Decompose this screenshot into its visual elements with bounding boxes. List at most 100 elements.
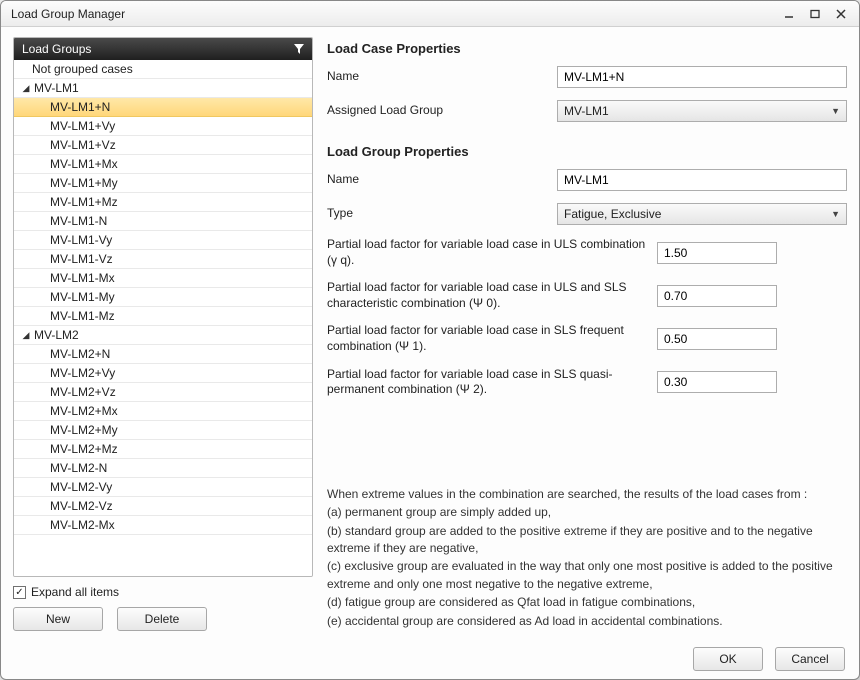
- tree-item-label: MV-LM2+Vy: [50, 366, 115, 380]
- chevron-down-icon: ▼: [831, 106, 840, 116]
- tree-row[interactable]: MV-LM1+N: [14, 98, 312, 117]
- load-group-type-row: Type Fatigue, Exclusive ▼: [327, 203, 847, 225]
- new-button[interactable]: New: [13, 607, 103, 631]
- tree-row[interactable]: MV-LM2+Vz: [14, 383, 312, 402]
- titlebar[interactable]: Load Group Manager: [1, 1, 859, 27]
- tree-row[interactable]: MV-LM2+N: [14, 345, 312, 364]
- close-icon: [836, 9, 846, 19]
- help-intro: When extreme values in the combination a…: [327, 486, 847, 503]
- tree-item-label: MV-LM2+My: [50, 423, 118, 437]
- factor-input-1[interactable]: [657, 285, 777, 307]
- tree-item-label: MV-LM1-Mx: [50, 271, 115, 285]
- load-case-name-row: Name: [327, 66, 847, 88]
- load-groups-tree[interactable]: Not grouped cases◢MV-LM1MV-LM1+NMV-LM1+V…: [14, 60, 312, 576]
- tree-row[interactable]: Not grouped cases: [14, 60, 312, 79]
- load-case-group-row: Assigned Load Group MV-LM1 ▼: [327, 100, 847, 122]
- tree-item-label: MV-LM2+Vz: [50, 385, 116, 399]
- load-case-group-label: Assigned Load Group: [327, 103, 557, 119]
- tree-item-label: MV-LM1+Mz: [50, 195, 118, 209]
- tree-row[interactable]: ◢MV-LM2: [14, 326, 312, 345]
- factor-input-2[interactable]: [657, 328, 777, 350]
- tree-row[interactable]: MV-LM1-N: [14, 212, 312, 231]
- delete-button[interactable]: Delete: [117, 607, 207, 631]
- tree-row[interactable]: MV-LM2-Vz: [14, 497, 312, 516]
- tree-item-label: MV-LM2-Vy: [50, 480, 112, 494]
- tree-row[interactable]: ◢MV-LM1: [14, 79, 312, 98]
- factor-input-3[interactable]: [657, 371, 777, 393]
- load-case-name-input[interactable]: [557, 66, 847, 88]
- tree-row[interactable]: MV-LM1+My: [14, 174, 312, 193]
- help-d: (d) fatigue group are considered as Qfat…: [327, 594, 847, 611]
- help-e: (e) accidental group are considered as A…: [327, 613, 847, 630]
- expand-all-label: Expand all items: [31, 585, 119, 599]
- load-case-name-label: Name: [327, 69, 557, 85]
- cancel-button[interactable]: Cancel: [775, 647, 845, 671]
- tree-row[interactable]: MV-LM2-Mx: [14, 516, 312, 535]
- tree-row[interactable]: MV-LM2-Vy: [14, 478, 312, 497]
- load-case-section-title: Load Case Properties: [327, 41, 847, 56]
- tree-row[interactable]: MV-LM2+Vy: [14, 364, 312, 383]
- tree-row[interactable]: MV-LM2-N: [14, 459, 312, 478]
- factor-label: Partial load factor for variable load ca…: [327, 323, 657, 354]
- tree-item-label: MV-LM1+Vy: [50, 119, 115, 133]
- factor-row: Partial load factor for variable load ca…: [327, 280, 847, 311]
- tree-container: Load Groups Not grouped cases◢MV-LM1MV-L…: [13, 37, 313, 577]
- tree-row[interactable]: MV-LM1+Vz: [14, 136, 312, 155]
- tree-item-label: MV-LM1+Vz: [50, 138, 116, 152]
- tree-row[interactable]: MV-LM1+Mx: [14, 155, 312, 174]
- maximize-icon: [810, 9, 820, 19]
- chevron-down-icon: ▼: [831, 209, 840, 219]
- dialog-window: Load Group Manager Load Groups: [0, 0, 860, 680]
- tree-item-label: MV-LM2-Vz: [50, 499, 113, 513]
- help-b: (b) standard group are added to the posi…: [327, 523, 847, 558]
- tree-row[interactable]: MV-LM2+Mx: [14, 402, 312, 421]
- assigned-group-select[interactable]: MV-LM1 ▼: [557, 100, 847, 122]
- tree-row[interactable]: MV-LM2+Mz: [14, 440, 312, 459]
- tree-row[interactable]: MV-LM1-Vy: [14, 231, 312, 250]
- tree-item-label: MV-LM1-Vy: [50, 233, 112, 247]
- factor-label: Partial load factor for variable load ca…: [327, 367, 657, 398]
- expand-all-row[interactable]: ✓ Expand all items: [13, 585, 313, 599]
- expander-icon[interactable]: ◢: [20, 329, 32, 341]
- tree-header: Load Groups: [14, 38, 312, 60]
- minimize-button[interactable]: [777, 6, 801, 22]
- factor-row: Partial load factor for variable load ca…: [327, 237, 847, 268]
- ok-button[interactable]: OK: [693, 647, 763, 671]
- filter-icon[interactable]: [292, 42, 306, 56]
- minimize-icon: [784, 9, 794, 19]
- load-group-type-value: Fatigue, Exclusive: [564, 207, 661, 221]
- dialog-footer: OK Cancel: [1, 639, 859, 679]
- tree-row[interactable]: MV-LM1-My: [14, 288, 312, 307]
- load-group-name-row: Name: [327, 169, 847, 191]
- help-text: When extreme values in the combination a…: [327, 466, 847, 631]
- factor-label: Partial load factor for variable load ca…: [327, 237, 657, 268]
- tree-item-label: MV-LM1-Mz: [50, 309, 115, 323]
- expander-icon[interactable]: ◢: [20, 82, 32, 94]
- tree-group-label: MV-LM1: [34, 81, 79, 95]
- close-button[interactable]: [829, 6, 853, 22]
- window-controls: [777, 6, 853, 22]
- tree-item-label: MV-LM2+Mx: [50, 404, 118, 418]
- factor-rows: Partial load factor for variable load ca…: [327, 237, 847, 410]
- factor-input-0[interactable]: [657, 242, 777, 264]
- load-group-type-select[interactable]: Fatigue, Exclusive ▼: [557, 203, 847, 225]
- left-panel: Load Groups Not grouped cases◢MV-LM1MV-L…: [13, 37, 313, 631]
- maximize-button[interactable]: [803, 6, 827, 22]
- factor-row: Partial load factor for variable load ca…: [327, 323, 847, 354]
- tree-actions: New Delete: [13, 607, 313, 631]
- tree-item-label: MV-LM1+N: [50, 100, 110, 114]
- tree-row[interactable]: MV-LM1+Vy: [14, 117, 312, 136]
- tree-row[interactable]: MV-LM1+Mz: [14, 193, 312, 212]
- load-group-name-input[interactable]: [557, 169, 847, 191]
- tree-item-label: MV-LM2-N: [50, 461, 107, 475]
- tree-row[interactable]: MV-LM1-Vz: [14, 250, 312, 269]
- tree-row[interactable]: MV-LM2+My: [14, 421, 312, 440]
- tree-row[interactable]: MV-LM1-Mz: [14, 307, 312, 326]
- window-title: Load Group Manager: [11, 7, 125, 21]
- load-group-type-label: Type: [327, 206, 557, 222]
- tree-item-label: MV-LM2+N: [50, 347, 110, 361]
- tree-item-label: MV-LM1+My: [50, 176, 118, 190]
- tree-row[interactable]: MV-LM1-Mx: [14, 269, 312, 288]
- tree-item-label: MV-LM1-My: [50, 290, 115, 304]
- expand-all-checkbox[interactable]: ✓: [13, 586, 26, 599]
